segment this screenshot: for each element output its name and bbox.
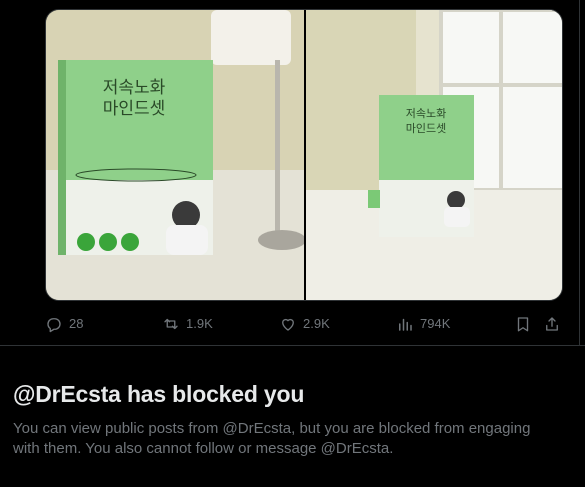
reply-count: 28 xyxy=(69,316,84,331)
repost-count: 1.9K xyxy=(186,316,213,331)
media-image-2[interactable]: 저속노화 마인드셋 xyxy=(306,10,563,301)
blocked-title: @DrEcsta has blocked you xyxy=(13,381,305,407)
post: 저속노화 마인드셋 저속노화 마인드셋 28 1.9K 2.9K 794K xyxy=(0,0,579,345)
book-title-line1: 저속노화 xyxy=(103,78,166,98)
repost-icon xyxy=(164,318,178,330)
book-title-line2: 마인드셋 xyxy=(103,99,166,119)
column-border xyxy=(579,0,580,345)
views-button[interactable]: 794K xyxy=(396,313,450,335)
repost-button[interactable]: 1.9K xyxy=(162,313,213,335)
reply-button[interactable]: 28 xyxy=(45,313,83,335)
bookmark-icon xyxy=(517,317,529,332)
share-icon xyxy=(546,317,558,331)
like-count: 2.9K xyxy=(303,316,330,331)
post-actions: 28 1.9K 2.9K 794K xyxy=(45,313,565,335)
post-media[interactable]: 저속노화 마인드셋 저속노화 마인드셋 xyxy=(45,9,563,301)
blocked-notice: @DrEcsta has blocked you You can view pu… xyxy=(13,378,573,459)
like-button[interactable]: 2.9K xyxy=(279,313,330,335)
share-button[interactable] xyxy=(543,313,561,335)
bookmark-button[interactable] xyxy=(514,313,532,335)
reply-icon xyxy=(47,318,61,333)
analytics-icon xyxy=(399,318,412,331)
section-divider xyxy=(0,345,585,346)
heart-icon xyxy=(282,318,294,331)
blocked-description: You can view public posts from @DrEcsta,… xyxy=(13,420,531,457)
views-count: 794K xyxy=(420,316,451,331)
book-title-line1-b: 저속노화 xyxy=(406,107,446,120)
media-image-1[interactable]: 저속노화 마인드셋 xyxy=(46,10,306,301)
book-title-line2-b: 마인드셋 xyxy=(406,122,446,135)
media-grid: 저속노화 마인드셋 저속노화 마인드셋 xyxy=(46,10,563,301)
